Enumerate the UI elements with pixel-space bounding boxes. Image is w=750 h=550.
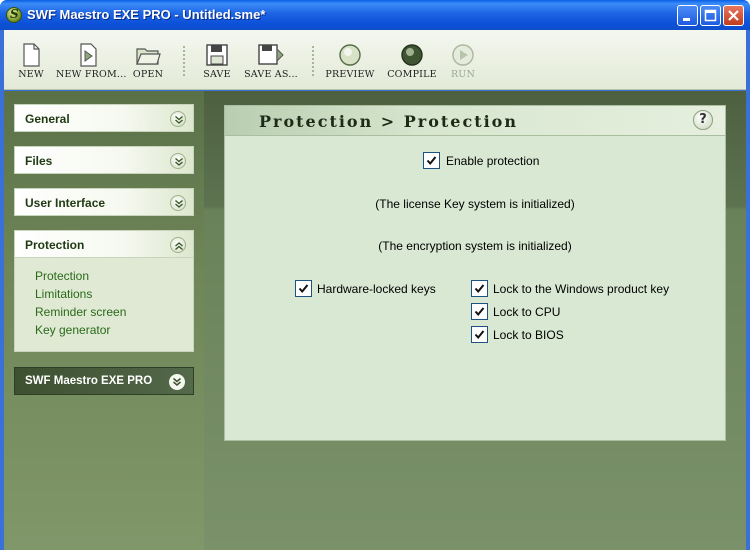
sidebar-section-label: Protection (25, 238, 85, 252)
preview-button[interactable]: PREVIEW (324, 30, 376, 90)
lock-windows-key-label[interactable]: Lock to the Windows product key (493, 282, 669, 296)
save-button[interactable]: SAVE (198, 30, 236, 90)
enable-protection-label[interactable]: Enable protection (446, 154, 539, 168)
sidebar-section-label: User Interface (25, 196, 106, 210)
sidebar-section-protection[interactable]: Protection (14, 230, 194, 258)
compile-button[interactable]: COMPILE (384, 30, 440, 90)
enable-protection-checkbox[interactable] (423, 152, 440, 169)
sidebar-section-label: General (25, 112, 70, 126)
chevron-down-icon[interactable] (169, 374, 185, 390)
new-from-button[interactable]: NEW FROM... (56, 30, 127, 90)
save-label: SAVE (203, 69, 231, 80)
save-disk-icon (206, 44, 228, 66)
title-bar[interactable]: S SWF Maestro EXE PRO - Untitled.sme* (0, 0, 750, 30)
run-label: RUN (450, 69, 476, 80)
open-button[interactable]: OPEN (128, 30, 168, 90)
product-brand-label: SWF Maestro EXE PRO (25, 375, 153, 387)
hardware-locked-keys-label[interactable]: Hardware-locked keys (317, 282, 436, 296)
lock-bios-checkbox[interactable] (471, 326, 488, 343)
app-logo-icon[interactable]: S (6, 7, 22, 23)
open-folder-icon (136, 48, 161, 65)
save-as-label: SAVE AS... (244, 69, 298, 80)
sidebar: General Files User Interface Protection … (4, 91, 204, 550)
sidebar-section-user-interface[interactable]: User Interface (14, 188, 194, 216)
maximize-button[interactable] (700, 5, 721, 26)
close-icon (728, 10, 739, 21)
close-button[interactable] (723, 5, 744, 26)
toolbar-separator (183, 46, 185, 78)
sidebar-item-limitations[interactable]: Limitations (35, 287, 92, 301)
sidebar-section-label: Files (25, 154, 53, 168)
new-document-icon (23, 43, 40, 67)
toolbar-separator (312, 46, 314, 78)
checkmark-icon (474, 330, 485, 340)
new-button[interactable]: NEW (12, 30, 50, 90)
sidebar-item-key-generator[interactable]: Key generator (35, 323, 110, 337)
maximize-icon (704, 9, 717, 22)
main-content: Protection > Protection ? Enable protect… (204, 91, 746, 550)
checkmark-icon (474, 307, 485, 317)
save-as-icon (258, 44, 284, 65)
save-as-button[interactable]: SAVE AS... (244, 30, 298, 90)
new-label: NEW (18, 69, 44, 80)
chevron-down-icon[interactable] (170, 111, 186, 127)
hardware-locked-keys-checkbox[interactable] (295, 280, 312, 297)
checkmark-icon (426, 156, 437, 166)
compile-label: COMPILE (387, 69, 437, 80)
chevron-down-icon[interactable] (170, 195, 186, 211)
license-status-text: (The license Key system is initialized) (375, 197, 575, 211)
help-icon[interactable]: ? (693, 110, 713, 130)
new-from-template-icon (80, 43, 97, 67)
lock-bios-label[interactable]: Lock to BIOS (493, 328, 564, 342)
protection-submenu: Protection Limitations Reminder screen K… (14, 258, 194, 352)
chevron-down-icon[interactable] (170, 153, 186, 169)
new-from-label: NEW FROM... (56, 69, 127, 80)
panel-header: Protection > Protection ? (225, 106, 725, 136)
lock-cpu-checkbox[interactable] (471, 303, 488, 320)
window-title: SWF Maestro EXE PRO - Untitled.sme* (27, 7, 266, 22)
main-toolbar: NEW NEW FROM... OPEN SAVE SAVE AS... PRE… (4, 30, 746, 90)
chevron-up-icon[interactable] (170, 237, 186, 253)
run-play-icon (452, 44, 474, 66)
sidebar-item-protection[interactable]: Protection (35, 269, 89, 283)
sidebar-section-files[interactable]: Files (14, 146, 194, 174)
encryption-status-text: (The encryption system is initialized) (378, 239, 572, 253)
minimize-icon (683, 18, 690, 21)
lock-windows-key-checkbox[interactable] (471, 280, 488, 297)
preview-icon (339, 44, 361, 66)
product-brand-section[interactable]: SWF Maestro EXE PRO (14, 367, 194, 395)
compile-icon (401, 44, 423, 66)
preview-label: PREVIEW (325, 69, 375, 80)
app-window: S SWF Maestro EXE PRO - Untitled.sme* NE… (0, 0, 750, 550)
run-button[interactable]: RUN (448, 30, 478, 90)
sidebar-section-general[interactable]: General (14, 104, 194, 132)
panel-title: Protection > Protection (259, 112, 518, 131)
minimize-button[interactable] (677, 5, 698, 26)
sidebar-item-reminder-screen[interactable]: Reminder screen (35, 305, 126, 319)
open-label: OPEN (132, 69, 164, 80)
lock-cpu-label[interactable]: Lock to CPU (493, 305, 560, 319)
checkmark-icon (474, 284, 485, 294)
protection-panel: Protection > Protection ? Enable protect… (224, 105, 726, 441)
checkmark-icon (298, 284, 309, 294)
